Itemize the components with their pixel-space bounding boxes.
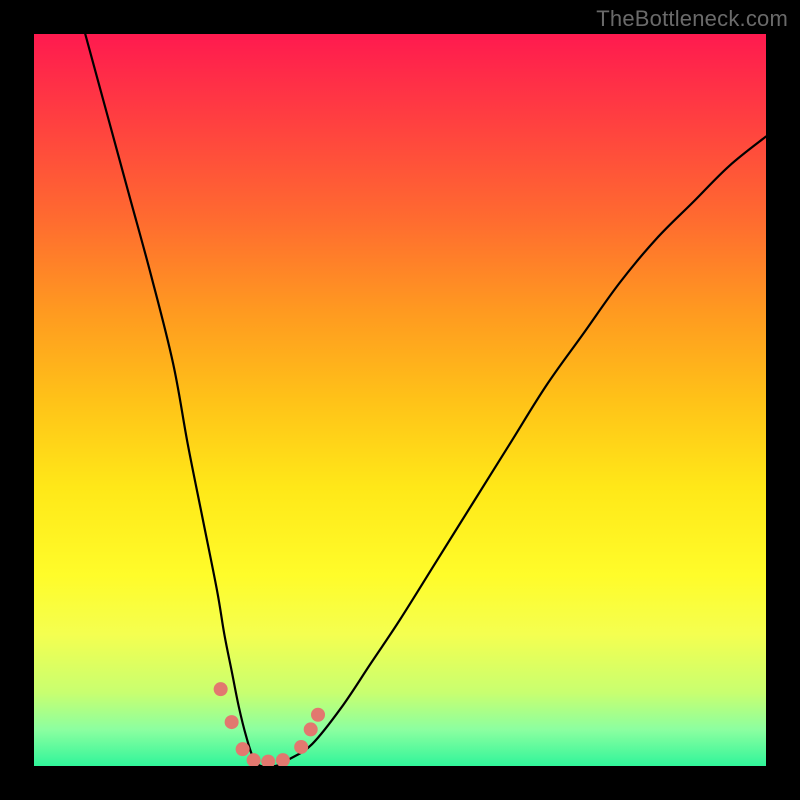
data-marker — [311, 708, 325, 722]
data-marker — [214, 682, 228, 696]
marker-group — [214, 682, 325, 766]
chart-frame: TheBottleneck.com — [0, 0, 800, 800]
data-marker — [294, 740, 308, 754]
data-marker — [236, 742, 250, 756]
bottleneck-curve — [85, 34, 766, 766]
chart-svg — [34, 34, 766, 766]
data-marker — [225, 715, 239, 729]
data-marker — [304, 722, 318, 736]
plot-area — [34, 34, 766, 766]
data-marker — [247, 753, 261, 766]
data-marker — [276, 753, 290, 766]
data-marker — [261, 755, 275, 766]
watermark-text: TheBottleneck.com — [596, 6, 788, 32]
